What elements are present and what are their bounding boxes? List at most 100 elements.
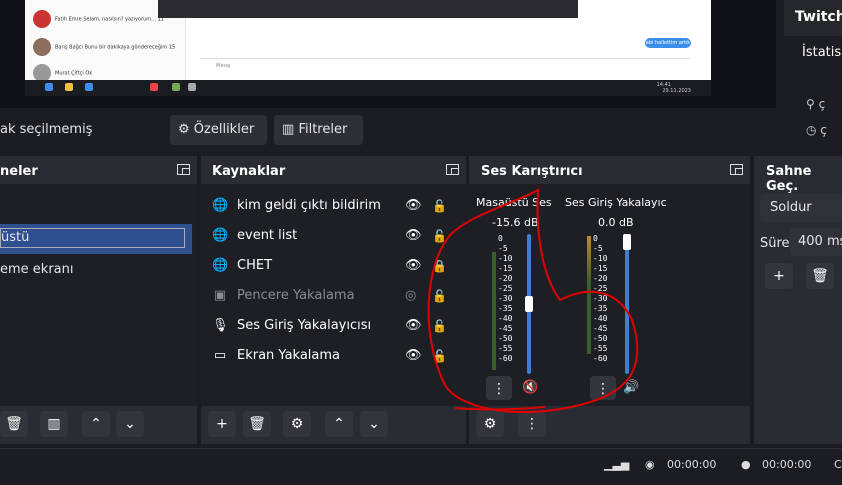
sources-title: Kaynaklar: [212, 164, 286, 179]
eye-icon[interactable]: 👁: [405, 225, 422, 247]
plus-icon: +: [773, 268, 785, 284]
scene-filters-button[interactable]: ▥: [40, 411, 68, 437]
chevron-up-icon: ⌃: [90, 416, 102, 432]
float-dock-icon[interactable]: [177, 164, 190, 175]
speaker-icon[interactable]: 🔊: [623, 380, 639, 395]
unlock-icon[interactable]: 🔓: [432, 315, 447, 337]
move-scene-down-button[interactable]: ⌄: [116, 411, 144, 437]
meter-tick: -40: [593, 314, 608, 323]
add-source-button[interactable]: +: [208, 411, 236, 437]
meter-tick: -40: [498, 314, 513, 323]
meter-tick: -55: [498, 344, 513, 353]
overlay-window: [158, 0, 578, 18]
transition-type-select[interactable]: Soldur: [760, 194, 842, 222]
folder-icon: [65, 83, 73, 91]
remove-transition-button[interactable]: 🗑: [806, 263, 834, 289]
globe-icon: 🌐: [212, 198, 229, 213]
channel-name: Masaüstü Ses: [476, 196, 552, 209]
filter-icon: ▥: [282, 122, 295, 137]
meter-tick: -25: [593, 284, 608, 293]
properties-button[interactable]: ⚙ Özellikler: [170, 115, 267, 145]
avatar: [33, 38, 51, 56]
eye-icon[interactable]: 👁: [405, 255, 422, 277]
source-item[interactable]: 🌐 CHET 👁 🔒: [212, 255, 466, 277]
mic-icon: 🎙: [212, 318, 229, 333]
channel-volume-db: 0.0 dB: [598, 216, 634, 229]
meter-tick: -25: [498, 284, 513, 293]
duration-label: Süre: [760, 236, 790, 251]
scene-item-selected[interactable]: üstü: [0, 224, 192, 254]
stream-icon: ◉: [645, 458, 655, 471]
gear-icon: ⚙: [178, 122, 190, 137]
channel-name: Ses Giriş Yakalayıc: [565, 196, 667, 209]
remove-source-button[interactable]: 🗑: [243, 411, 271, 437]
source-item[interactable]: ▣ Pencere Yakalama ◎ 🔓: [212, 285, 466, 307]
volume-slider-handle[interactable]: [623, 234, 631, 250]
eye-icon[interactable]: 👁: [405, 345, 422, 367]
source-properties-button[interactable]: ⚙: [283, 411, 311, 437]
scene-item[interactable]: eme ekranı: [0, 262, 73, 277]
unlock-icon[interactable]: 🔓: [432, 285, 447, 307]
source-item[interactable]: 🎙 Ses Giriş Yakalayıcısı 👁 🔓: [212, 315, 466, 337]
eye-icon[interactable]: 👁: [405, 195, 422, 217]
monitor-icon: ▭: [213, 348, 227, 363]
chrome-icon: [150, 83, 158, 91]
advanced-audio-button[interactable]: ⚙: [476, 411, 504, 437]
float-dock-icon[interactable]: [730, 164, 743, 175]
trash-icon: 🗑: [811, 268, 829, 284]
cpu-label: C: [834, 458, 842, 471]
volume-meter: [492, 252, 496, 370]
plus-icon: +: [216, 416, 228, 432]
channel-menu-button[interactable]: ⋮: [486, 376, 512, 400]
stream-time: 00:00:00: [667, 458, 717, 471]
add-transition-button[interactable]: +: [765, 263, 793, 289]
gear-icon: ⚙: [290, 416, 304, 432]
eye-icon[interactable]: 👁: [405, 315, 422, 337]
volume-slider-handle[interactable]: [525, 296, 533, 312]
preview-screenshot: Fatih Emre Selam, nasılsın? yazıyorum...…: [25, 0, 711, 96]
mixer-menu-button[interactable]: ⋮: [518, 411, 546, 437]
move-source-up-button[interactable]: ⌃: [325, 411, 353, 437]
meter-tick: -55: [593, 344, 608, 353]
person-icon: ⚲ ç: [806, 97, 826, 111]
unlock-icon[interactable]: 🔓: [432, 225, 447, 247]
record-time: 00:00:00: [762, 458, 812, 471]
gears-icon: ⚙: [483, 416, 497, 432]
source-item[interactable]: ▭ Ekran Yakalama 👁 🔓: [212, 345, 466, 367]
move-scene-up-button[interactable]: ⌃: [82, 411, 110, 437]
volume-slider-track[interactable]: [625, 234, 629, 374]
kebab-icon: ⋮: [525, 416, 539, 432]
meter-tick: -15: [593, 264, 608, 273]
eye-hidden-icon[interactable]: ◎: [405, 285, 416, 307]
move-source-down-button[interactable]: ⌄: [360, 411, 388, 437]
meter-tick: -20: [593, 274, 608, 283]
meter-tick: 0: [593, 234, 598, 243]
volume-meter: [587, 236, 591, 354]
source-item[interactable]: 🌐 event list 👁 🔓: [212, 225, 466, 247]
scenes-list: [0, 184, 197, 406]
meter-tick: -45: [593, 324, 608, 333]
muted-speaker-icon[interactable]: 🔇: [522, 380, 538, 395]
twitch-stats-label: İstatis: [802, 45, 842, 60]
avatar: [33, 10, 51, 28]
meter-tick: -5: [593, 244, 603, 253]
duration-input[interactable]: 400 ms: [790, 228, 842, 256]
chevron-down-icon: ⌄: [124, 416, 136, 432]
chevron-up-icon: ⌃: [333, 416, 345, 432]
channel-menu-button[interactable]: ⋮: [590, 376, 616, 400]
chat-item: Fatih Emre Selam, nasılsın? yazıyorum...…: [33, 10, 164, 28]
audio-mixer-title: Ses Karıştırıcı: [481, 164, 583, 179]
app-icon: [172, 83, 180, 91]
channel-volume-db: -15.6 dB: [492, 216, 539, 229]
meter-tick: -60: [593, 354, 608, 363]
globe-icon: 🌐: [212, 228, 229, 243]
meter-tick: -15: [498, 264, 513, 273]
remove-scene-button[interactable]: 🗑: [0, 411, 28, 437]
filters-button[interactable]: ▥ Filtreler: [274, 115, 363, 145]
unlock-icon[interactable]: 🔓: [432, 195, 447, 217]
source-item[interactable]: 🌐 kim geldi çıktı bildirim 👁 🔓: [212, 195, 466, 217]
unlock-icon[interactable]: 🔓: [432, 345, 447, 367]
lock-icon[interactable]: 🔒: [432, 255, 447, 277]
float-dock-icon[interactable]: [446, 164, 459, 175]
meter-tick: -30: [593, 294, 608, 303]
